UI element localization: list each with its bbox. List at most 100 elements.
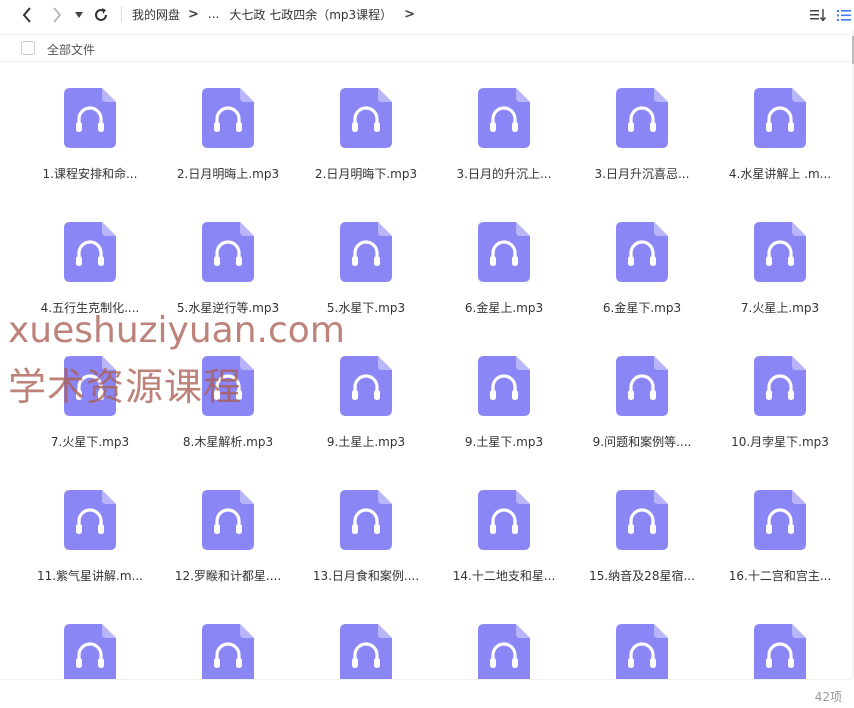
file-name: 12.罗睺和计都星....: [174, 569, 282, 583]
audio-file-icon: [64, 356, 116, 416]
breadcrumb: 我的网盘 > ... 大七政 七政四余（mp3课程） >: [132, 0, 424, 28]
file-name: 5.水星下.mp3: [326, 301, 406, 315]
file-tile[interactable]: 14.十二地支和星...: [439, 464, 569, 584]
file-name: 2.日月明晦下.mp3: [314, 167, 418, 181]
file-tile[interactable]: 13.日月食和案例....: [301, 464, 431, 584]
select-all-checkbox[interactable]: [21, 41, 35, 55]
audio-file-icon: [616, 222, 668, 282]
file-tile[interactable]: 2.日月明晦上.mp3: [163, 62, 293, 182]
file-name: 13.日月食和案例....: [312, 569, 420, 583]
audio-file-icon: [340, 490, 392, 550]
file-tile[interactable]: [439, 598, 569, 679]
file-tile[interactable]: 12.罗睺和计都星....: [163, 464, 293, 584]
file-name: 1.课程安排和命...: [42, 167, 138, 181]
select-all-label: 全部文件: [47, 43, 96, 57]
breadcrumb-separator-icon: >: [404, 6, 416, 22]
file-grid: 1.课程安排和命... 2.日月明晦上.mp3 2.日月明晦下.mp3 3.日月的升沉…: [0, 62, 852, 679]
refresh-icon: [95, 8, 107, 21]
audio-file-icon: [340, 88, 392, 148]
breadcrumb-current[interactable]: 大七政 七政四余（mp3课程）: [229, 6, 392, 23]
file-tile[interactable]: 1.课程安排和命...: [25, 62, 155, 182]
file-name: 10.月孛星下.mp3: [731, 435, 829, 449]
file-tile[interactable]: [715, 598, 845, 679]
file-tile[interactable]: 6.金星上.mp3: [439, 196, 569, 316]
breadcrumb-ellipsis[interactable]: ...: [208, 7, 219, 21]
back-button[interactable]: [16, 4, 38, 26]
sort-icon: [810, 9, 827, 22]
audio-file-icon: [616, 88, 668, 148]
file-name: 16.十二宫和宫主...: [728, 569, 832, 583]
audio-file-icon: [616, 624, 668, 679]
file-tile[interactable]: 5.水星下.mp3: [301, 196, 431, 316]
file-name: 4.五行生克制化....: [40, 301, 140, 315]
audio-file-icon: [616, 490, 668, 550]
file-tile[interactable]: 10.月孛星下.mp3: [715, 330, 845, 450]
audio-file-icon: [64, 88, 116, 148]
audio-file-icon: [616, 356, 668, 416]
audio-file-icon: [478, 222, 530, 282]
audio-file-icon: [754, 356, 806, 416]
breadcrumb-separator-icon: >: [188, 6, 199, 22]
audio-file-icon: [754, 490, 806, 550]
file-tile[interactable]: [25, 598, 155, 679]
item-count: 42项: [814, 690, 842, 704]
audio-file-icon: [64, 624, 116, 679]
audio-file-icon: [340, 222, 392, 282]
audio-file-icon: [340, 624, 392, 679]
file-tile[interactable]: 7.火星上.mp3: [715, 196, 845, 316]
audio-file-icon: [202, 490, 254, 550]
history-dropdown[interactable]: [70, 4, 88, 26]
audio-file-icon: [202, 222, 254, 282]
file-tile[interactable]: 9.土星下.mp3: [439, 330, 569, 450]
audio-file-icon: [478, 356, 530, 416]
file-tile[interactable]: 5.水星逆行等.mp3: [163, 196, 293, 316]
audio-file-icon: [64, 222, 116, 282]
audio-file-icon: [478, 490, 530, 550]
file-name: 7.火星下.mp3: [50, 435, 130, 449]
file-tile[interactable]: 11.紫气星讲解.m...: [25, 464, 155, 584]
file-tile[interactable]: 9.土星上.mp3: [301, 330, 431, 450]
audio-file-icon: [478, 624, 530, 679]
file-name: 5.水星逆行等.mp3: [176, 301, 280, 315]
file-tile[interactable]: 7.火星下.mp3: [25, 330, 155, 450]
file-tile[interactable]: 15.纳音及28星宿...: [577, 464, 707, 584]
audio-file-icon: [754, 624, 806, 679]
breadcrumb-root[interactable]: 我的网盘: [132, 6, 180, 23]
file-name: 8.木星解析.mp3: [182, 435, 274, 449]
file-name: 9.问题和案例等....: [592, 435, 692, 449]
toolbar: 我的网盘 > ... 大七政 七政四余（mp3课程） >: [0, 0, 854, 30]
file-name: 4.水星讲解上 .m...: [728, 167, 832, 181]
list-view-icon: [837, 10, 851, 21]
file-name: 2.日月明晦上.mp3: [176, 167, 280, 181]
file-name: 11.紫气星讲解.m...: [36, 569, 144, 583]
file-name: 6.金星下.mp3: [602, 301, 682, 315]
refresh-button[interactable]: [90, 4, 112, 26]
file-tile[interactable]: [577, 598, 707, 679]
file-name: 9.土星上.mp3: [326, 435, 406, 449]
chevron-right-icon: [53, 7, 62, 23]
file-name: 3.日月升沉喜忌...: [594, 167, 690, 181]
file-name: 7.火星上.mp3: [740, 301, 820, 315]
file-tile[interactable]: 3.日月升沉喜忌...: [577, 62, 707, 182]
file-tile[interactable]: [163, 598, 293, 679]
audio-file-icon: [202, 624, 254, 679]
audio-file-icon: [478, 88, 530, 148]
audio-file-icon: [754, 222, 806, 282]
file-tile[interactable]: 6.金星下.mp3: [577, 196, 707, 316]
audio-file-icon: [202, 356, 254, 416]
file-name: 9.土星下.mp3: [464, 435, 544, 449]
forward-button[interactable]: [46, 4, 68, 26]
sort-button[interactable]: [809, 6, 827, 24]
file-tile[interactable]: 8.木星解析.mp3: [163, 330, 293, 450]
file-tile[interactable]: 3.日月的升沉上...: [439, 62, 569, 182]
file-tile[interactable]: 4.水星讲解上 .m...: [715, 62, 845, 182]
file-tile[interactable]: 2.日月明晦下.mp3: [301, 62, 431, 182]
audio-file-icon: [64, 490, 116, 550]
file-tile[interactable]: 16.十二宫和宫主...: [715, 464, 845, 584]
file-tile[interactable]: 4.五行生克制化....: [25, 196, 155, 316]
status-bar: 42项: [0, 679, 852, 708]
file-tile[interactable]: [301, 598, 431, 679]
file-tile[interactable]: 9.问题和案例等....: [577, 330, 707, 450]
toolbar-divider: [121, 6, 122, 22]
list-view-button[interactable]: [836, 6, 854, 24]
